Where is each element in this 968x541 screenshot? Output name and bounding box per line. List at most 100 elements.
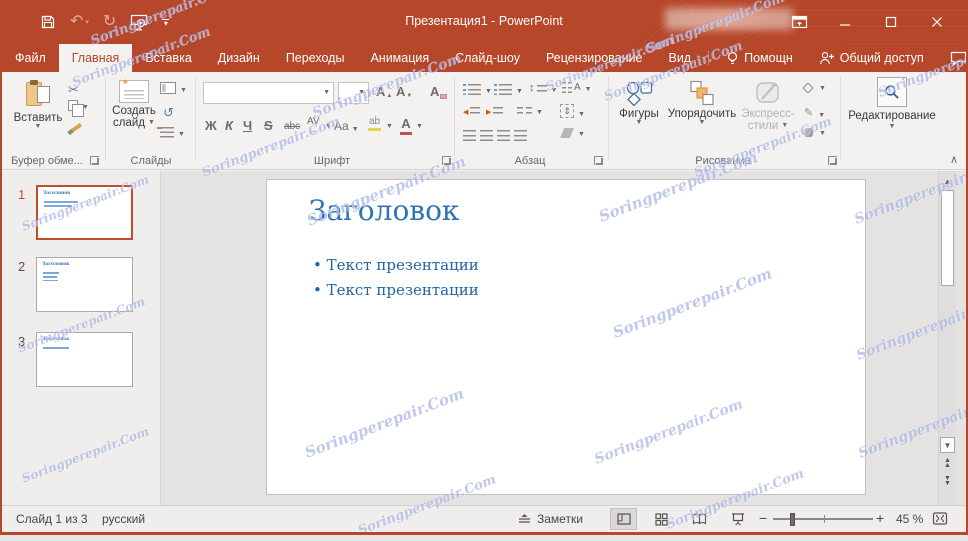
fit-to-window-icon[interactable] bbox=[932, 511, 948, 526]
slide-thumbnail-2[interactable]: Заголовок bbox=[36, 257, 133, 312]
drawing-dialog-launcher[interactable] bbox=[828, 156, 837, 165]
scroll-down-icon[interactable]: ▼ bbox=[940, 437, 955, 453]
scrollbar-thumb[interactable] bbox=[941, 190, 954, 286]
zoom-slider-track[interactable] bbox=[773, 518, 873, 520]
slide-bullet-text[interactable]: Текст презентации bbox=[313, 281, 479, 299]
copy-icon[interactable]: ▼ bbox=[68, 100, 89, 111]
editing-button[interactable]: Редактирование ▼ bbox=[844, 77, 940, 130]
text-highlight-icon[interactable]: ab bbox=[368, 116, 381, 131]
slideshow-view-button[interactable] bbox=[724, 508, 751, 530]
paragraph-dialog-launcher[interactable] bbox=[594, 156, 603, 165]
notes-toggle[interactable]: Заметки bbox=[537, 512, 583, 526]
thumbnail-number: 1 bbox=[18, 187, 25, 202]
slide-sorter-view-button[interactable] bbox=[648, 508, 675, 530]
columns-icon[interactable]: ▼ bbox=[517, 107, 543, 116]
ribbon: Вставить ▼ ✂ ▼ Буфер обме... * Создать с… bbox=[2, 72, 966, 170]
tab-share[interactable]: Общий доступ bbox=[806, 44, 937, 72]
slides-group-label: Слайды bbox=[108, 155, 194, 167]
font-size-combobox[interactable]: ▼ bbox=[338, 82, 369, 104]
reading-view-button[interactable] bbox=[686, 508, 713, 530]
cut-icon[interactable]: ✂ bbox=[68, 82, 79, 98]
slide-indicator[interactable]: Слайд 1 из 3 bbox=[16, 512, 88, 526]
bullets-icon[interactable]: ▼ bbox=[463, 84, 492, 95]
shape-outline-icon[interactable]: ✎▼ bbox=[804, 106, 825, 119]
slide-bullet-text[interactable]: Текст презентации bbox=[313, 256, 479, 274]
shapes-button[interactable]: Фигуры ▼ bbox=[614, 80, 664, 126]
tab-home[interactable]: Главная bbox=[59, 44, 133, 72]
font-name-combobox[interactable]: ▼ bbox=[203, 82, 334, 104]
tab-slideshow[interactable]: Слайд-шоу bbox=[442, 44, 533, 72]
next-slide-icon[interactable]: ▼▼ bbox=[939, 477, 956, 486]
section-icon[interactable]: ▼ bbox=[160, 127, 185, 138]
clear-formatting-icon[interactable]: А bbox=[430, 84, 447, 99]
font-dialog-launcher[interactable] bbox=[442, 156, 451, 165]
zoom-slider-thumb[interactable] bbox=[790, 513, 795, 526]
tab-tell-me[interactable]: Помощн bbox=[713, 44, 806, 72]
zoom-slider-detent bbox=[824, 515, 825, 523]
align-justify-icon[interactable] bbox=[514, 130, 527, 141]
reset-slide-icon[interactable]: ↺ bbox=[163, 105, 174, 121]
previous-slide-icon[interactable]: ▲▲ bbox=[939, 459, 956, 468]
shape-effects-icon[interactable]: ▼ bbox=[804, 128, 826, 137]
window-controls bbox=[776, 0, 960, 44]
bold-icon[interactable]: Ж bbox=[205, 118, 217, 133]
align-center-icon[interactable] bbox=[480, 130, 493, 141]
shrink-font-icon[interactable]: А▼ bbox=[396, 84, 412, 99]
font-color-icon[interactable]: А bbox=[400, 116, 412, 135]
maximize-button[interactable] bbox=[868, 0, 914, 44]
tab-animations[interactable]: Анимация bbox=[357, 44, 442, 72]
slide-canvas[interactable]: Заголовок Текст презентации Текст презен… bbox=[266, 179, 866, 495]
close-button[interactable] bbox=[914, 0, 960, 44]
thumbnail-number: 2 bbox=[18, 259, 25, 274]
collapse-ribbon-icon[interactable]: ∧ bbox=[950, 153, 958, 166]
convert-smartart-icon[interactable]: ▼ bbox=[560, 128, 585, 138]
slide-thumbnail-3[interactable]: Заголовок bbox=[36, 332, 133, 387]
decrease-indent-icon[interactable]: ◀ bbox=[463, 107, 480, 116]
comments-icon[interactable] bbox=[937, 44, 968, 72]
arrange-button[interactable]: Упорядочить ▼ bbox=[664, 80, 740, 126]
line-spacing-icon[interactable]: ↕▼ bbox=[529, 82, 557, 94]
tab-insert[interactable]: Вставка bbox=[132, 44, 204, 72]
tab-transitions[interactable]: Переходы bbox=[273, 44, 358, 72]
underline-icon[interactable]: Ч bbox=[243, 118, 252, 133]
format-painter-icon[interactable] bbox=[68, 120, 84, 134]
text-direction-icon[interactable]: A▼ bbox=[562, 82, 592, 93]
slide-title-text[interactable]: Заголовок bbox=[309, 194, 459, 227]
vertical-scrollbar[interactable]: ▲ ▼ ▲▲ ▼▼ bbox=[938, 171, 956, 505]
align-text-vertical-icon[interactable]: ⇕▼ bbox=[560, 104, 585, 118]
zoom-out-icon[interactable]: − bbox=[759, 510, 767, 526]
zoom-in-icon[interactable]: + bbox=[876, 510, 884, 526]
ribbon-display-options-icon[interactable] bbox=[776, 0, 822, 44]
change-case-icon[interactable]: Aa▼ bbox=[334, 119, 359, 133]
increase-indent-icon[interactable]: ▶ bbox=[486, 107, 503, 116]
zoom-level[interactable]: 45 % bbox=[896, 512, 923, 526]
align-right-icon[interactable] bbox=[497, 130, 510, 141]
slide-thumbnail-1[interactable]: Заголовок bbox=[36, 185, 133, 240]
drawing-group-label: Рисование bbox=[692, 155, 754, 167]
language-indicator[interactable]: русский bbox=[102, 512, 145, 526]
notes-icon[interactable] bbox=[518, 513, 531, 525]
text-shadow-icon[interactable]: abc bbox=[284, 121, 300, 132]
tab-review[interactable]: Рецензирование bbox=[533, 44, 656, 72]
align-left-icon[interactable] bbox=[463, 130, 476, 141]
tab-design[interactable]: Дизайн bbox=[205, 44, 273, 72]
tab-view[interactable]: Вид bbox=[655, 44, 704, 72]
minimize-button[interactable] bbox=[822, 0, 868, 44]
grow-font-icon[interactable]: А▲ bbox=[376, 84, 392, 99]
shape-fill-icon[interactable]: ▼ bbox=[804, 84, 826, 92]
powerpoint-window: ↶▾ ↻ ▾ Презентация1 - PowerPoint Файл Гл… bbox=[0, 0, 968, 535]
character-spacing-icon[interactable]: AV↔ bbox=[307, 116, 320, 133]
strikethrough-icon[interactable]: S bbox=[264, 118, 273, 133]
font-group-label: Шрифт bbox=[302, 155, 362, 167]
quick-styles-icon bbox=[754, 80, 782, 107]
quick-styles-button[interactable]: Экспресс- стили▼ bbox=[742, 80, 794, 132]
numbering-icon[interactable]: ▼ bbox=[494, 84, 523, 95]
normal-view-button[interactable] bbox=[610, 508, 637, 530]
italic-icon[interactable]: К bbox=[225, 118, 233, 133]
scroll-up-icon[interactable]: ▲ bbox=[939, 177, 956, 186]
new-slide-button[interactable]: * Создать слайд▼ bbox=[110, 80, 158, 129]
slide-layout-icon[interactable]: ▼ bbox=[160, 82, 187, 94]
clipboard-dialog-launcher[interactable] bbox=[90, 156, 99, 165]
tab-file[interactable]: Файл bbox=[2, 44, 59, 72]
paste-button[interactable]: Вставить ▼ bbox=[14, 80, 62, 130]
